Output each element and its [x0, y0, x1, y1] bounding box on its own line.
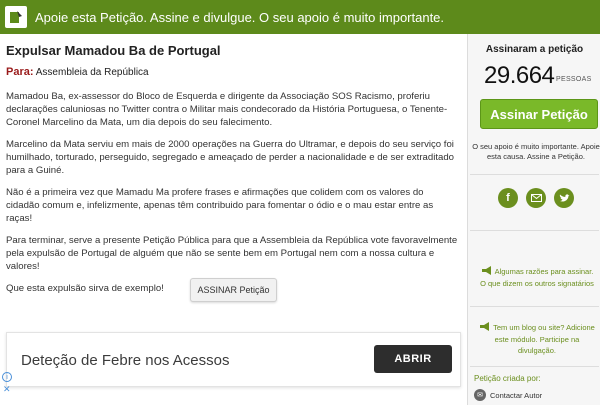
- banner-text: Apoie esta Petição. Assine e divulgue. O…: [35, 9, 445, 25]
- created-by-label: Petição criada por:: [474, 374, 541, 383]
- ad-banner[interactable]: Deteção de Febre nos Acessos ABRIR: [6, 332, 461, 387]
- signed-label: Assinaram a petição: [485, 44, 584, 55]
- petition-logo-icon: [5, 6, 27, 28]
- megaphone-icon: [481, 266, 492, 278]
- petition-content: Expulsar Mamadou Ba de Portugal Para: As…: [0, 34, 467, 405]
- signature-count: 29.664: [484, 62, 555, 89]
- divider: [470, 230, 599, 231]
- petition-paragraph: Mamadou Ba, ex-assessor do Bloco de Esqu…: [6, 91, 448, 128]
- ad-close-icon[interactable]: ✕: [3, 384, 11, 395]
- divider: [470, 174, 599, 175]
- sidebar-sign-button[interactable]: Assinar Petição: [480, 99, 598, 129]
- recipient-value: Assembleia da República: [35, 67, 149, 78]
- sidebar: Assinaram a petição 29.664 PESSOAS Assin…: [467, 34, 600, 405]
- petition-title: Expulsar Mamadou Ba de Portugal: [6, 43, 221, 58]
- petition-paragraph: Não é a primeira vez que Mamadu Ma profe…: [6, 187, 434, 224]
- petition-paragraph: Para terminar, serve a presente Petição …: [6, 235, 458, 272]
- support-text: O seu apoio é muito importante. Apoie es…: [472, 142, 600, 161]
- share-buttons: f: [498, 188, 574, 208]
- divider: [470, 366, 599, 367]
- ad-info-icon[interactable]: i: [2, 372, 12, 382]
- email-icon[interactable]: [526, 188, 546, 208]
- recipient-label: Para:: [6, 66, 34, 78]
- signature-count-unit: PESSOAS: [556, 76, 592, 83]
- blog-link[interactable]: Tem um blog ou site? Adicione este módul…: [493, 323, 595, 355]
- reasons-section: Algumas razões para assinar. O que dizem…: [476, 266, 598, 289]
- reasons-link[interactable]: Algumas razões para assinar.: [495, 267, 594, 276]
- ad-open-button[interactable]: ABRIR: [374, 345, 452, 373]
- ad-text[interactable]: Deteção de Febre nos Acessos: [21, 352, 229, 369]
- twitter-icon[interactable]: [554, 188, 574, 208]
- petition-body: Mamadou Ba, ex-assessor do Bloco de Esqu…: [6, 90, 458, 304]
- contact-author[interactable]: ✉ Contactar Autor: [474, 389, 542, 401]
- petition-paragraph: Marcelino da Mata serviu em mais de 2000…: [6, 139, 455, 176]
- facebook-icon[interactable]: f: [498, 188, 518, 208]
- megaphone-icon: [479, 322, 490, 334]
- divider: [470, 306, 599, 307]
- contact-author-link[interactable]: Contactar Autor: [490, 391, 542, 400]
- others-link[interactable]: O que dizem os outros signatários: [476, 278, 598, 289]
- envelope-icon: ✉: [474, 389, 486, 401]
- sign-petition-button[interactable]: ASSINAR Petição: [190, 278, 277, 302]
- blog-section: Tem um blog ou site? Adicione este módul…: [476, 322, 598, 356]
- petition-recipient: Para: Assembleia da República: [6, 66, 149, 78]
- top-banner: Apoie esta Petição. Assine e divulgue. O…: [0, 0, 600, 34]
